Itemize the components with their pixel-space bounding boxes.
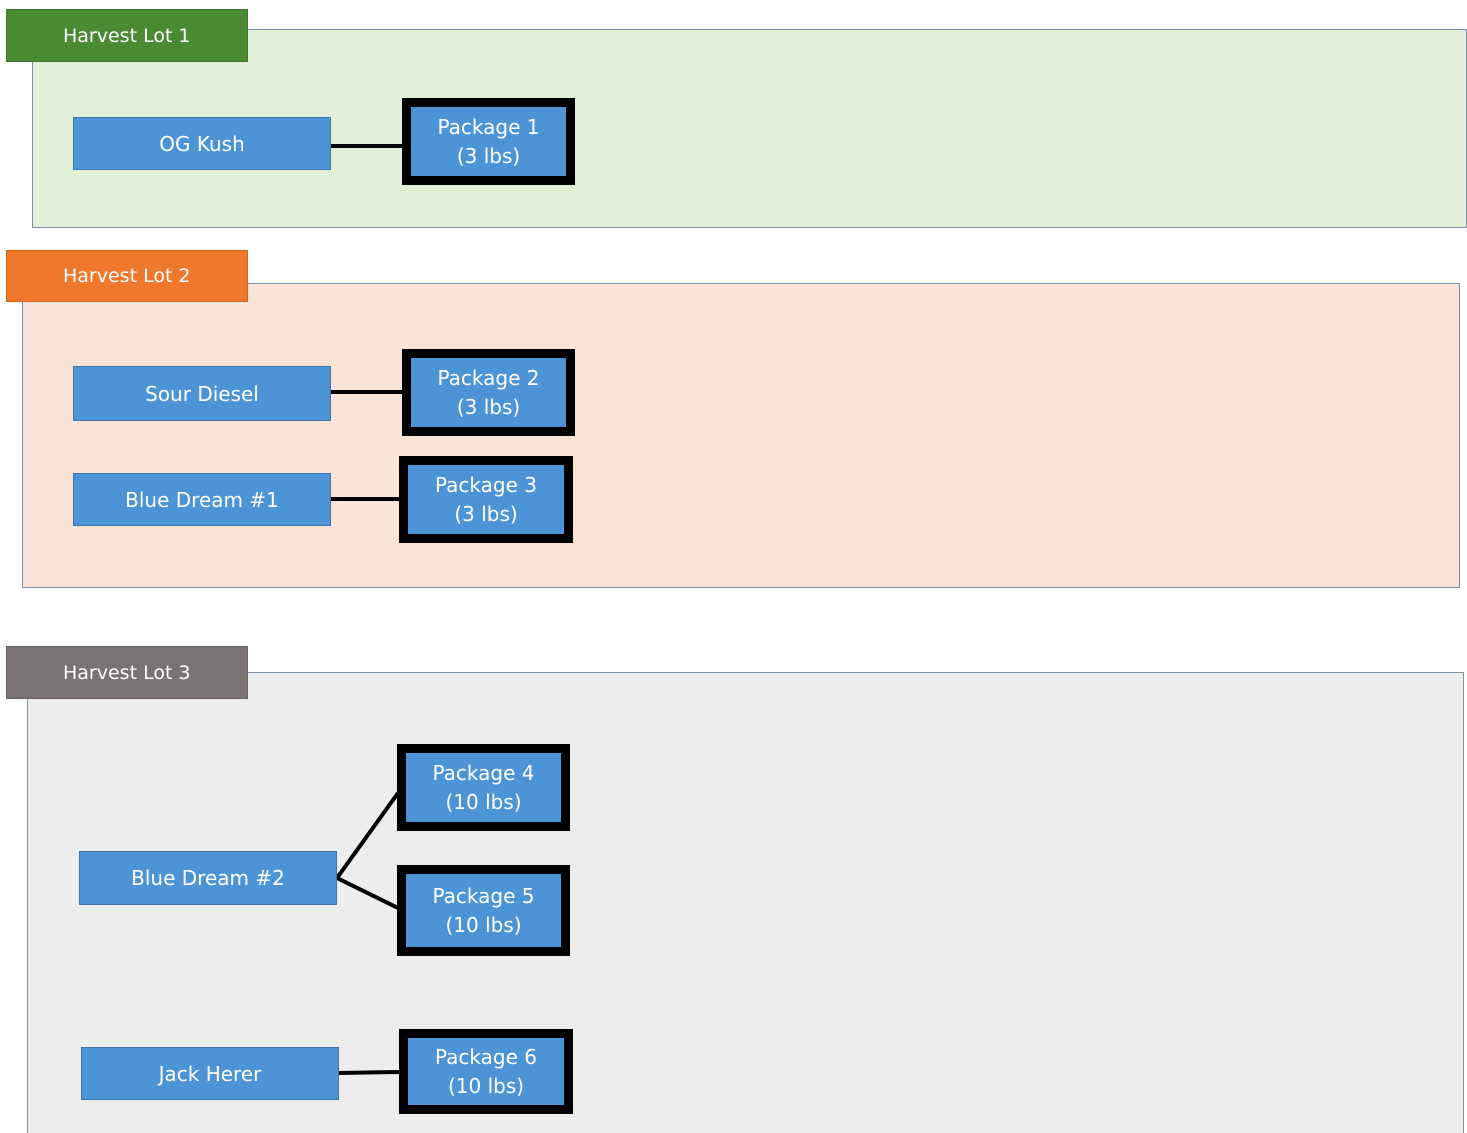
package-4-weight: (10 lbs): [445, 789, 522, 814]
package-6-name: Package 6: [435, 1044, 537, 1069]
package-5[interactable]: Package 5 (10 lbs): [397, 865, 570, 956]
package-6-weight: (10 lbs): [447, 1073, 525, 1098]
package-5-weight: (10 lbs): [445, 912, 522, 937]
package-6[interactable]: Package 6 (10 lbs): [399, 1029, 573, 1114]
package-3-name: Package 3: [435, 472, 537, 497]
package-1-name: Package 1: [437, 114, 540, 139]
package-1[interactable]: Package 1 (3 lbs): [402, 98, 575, 185]
package-3-weight: (3 lbs): [454, 501, 518, 526]
package-5-name: Package 5: [432, 883, 535, 908]
plant-jack-herer[interactable]: Jack Herer: [81, 1047, 339, 1100]
plant-og-kush[interactable]: OG Kush: [73, 117, 331, 170]
harvest-lot-2-header: Harvest Lot 2: [6, 250, 248, 302]
plant-sour-diesel[interactable]: Sour Diesel: [73, 366, 331, 421]
package-4[interactable]: Package 4 (10 lbs): [397, 744, 570, 831]
harvest-lot-2-label: Harvest Lot 2: [63, 265, 191, 287]
package-2-weight: (3 lbs): [456, 394, 521, 419]
link-jack-herer-package-6: [338, 1070, 401, 1075]
package-2-name: Package 2: [437, 365, 540, 390]
harvest-lot-1-header: Harvest Lot 1: [6, 9, 248, 62]
plant-blue-dream-1[interactable]: Blue Dream #1: [73, 473, 331, 526]
plant-jack-herer-label: Jack Herer: [158, 1061, 262, 1086]
package-2[interactable]: Package 2 (3 lbs): [402, 349, 575, 436]
package-1-weight: (3 lbs): [456, 143, 521, 168]
link-blue-dream-2-package-5: [336, 876, 399, 910]
package-4-name: Package 4: [432, 760, 535, 785]
plant-blue-dream-1-label: Blue Dream #1: [125, 487, 279, 512]
plant-sour-diesel-label: Sour Diesel: [145, 381, 259, 406]
plant-blue-dream-2-label: Blue Dream #2: [131, 866, 285, 890]
plant-og-kush-label: OG Kush: [159, 131, 245, 156]
harvest-lot-1-label: Harvest Lot 1: [63, 24, 191, 47]
harvest-lot-3-label: Harvest Lot 3: [63, 661, 191, 684]
link-blue-dream-2-package-4: [335, 791, 400, 880]
package-3[interactable]: Package 3 (3 lbs): [399, 456, 573, 543]
plant-blue-dream-2[interactable]: Blue Dream #2: [79, 851, 337, 905]
harvest-lot-3-header: Harvest Lot 3: [6, 646, 248, 699]
